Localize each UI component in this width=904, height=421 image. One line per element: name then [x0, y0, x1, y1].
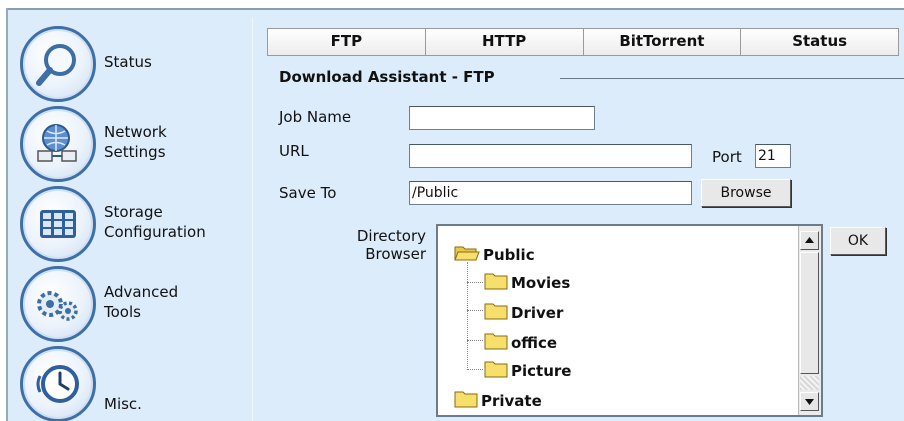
tree-label: Driver [511, 304, 564, 322]
tree-connector [467, 369, 483, 370]
url-label: URL [279, 142, 309, 160]
tree-folder-movies[interactable]: Movies [484, 272, 570, 293]
tree-label: Movies [511, 274, 571, 292]
tree-connector [467, 262, 468, 370]
tree-label: Picture [511, 362, 572, 380]
section-title: Download Assistant - FTP [279, 68, 503, 86]
network-globe-icon[interactable] [20, 106, 96, 182]
tab-bittorrent[interactable]: BitTorrent [583, 29, 742, 55]
sidebar-item-status[interactable]: Status [20, 26, 256, 102]
tree-folder-private[interactable]: Private [454, 390, 542, 411]
sidebar: Status Network Settings Storage Configur… [8, 18, 253, 421]
left-border [0, 8, 8, 421]
tab-http[interactable]: HTTP [425, 29, 584, 55]
folder-icon [484, 303, 508, 320]
port-label: Port [712, 148, 742, 166]
sidebar-item-label[interactable]: Storage Configuration [104, 202, 206, 242]
sidebar-item-storage-configuration[interactable]: Storage Configuration [20, 186, 256, 262]
tab-ftp[interactable]: FTP [268, 29, 426, 55]
tab-bar: FTP HTTP BitTorrent Status [267, 28, 899, 56]
port-input[interactable] [755, 144, 791, 168]
scroll-thumb[interactable] [800, 252, 819, 374]
ok-button[interactable]: OK [830, 227, 886, 255]
section-divider [560, 78, 904, 79]
clock-icon[interactable] [20, 346, 96, 421]
job-name-input[interactable] [409, 106, 595, 130]
tab-status[interactable]: Status [741, 29, 898, 55]
tree-folder-driver[interactable]: Driver [484, 302, 563, 323]
tree-label: office [511, 334, 558, 352]
tree-connector [467, 310, 483, 311]
scroll-down-button[interactable] [800, 392, 819, 411]
sidebar-item-advanced-tools[interactable]: Advanced Tools [20, 266, 256, 342]
sidebar-item-label[interactable]: Status [104, 52, 152, 72]
folder-icon [484, 333, 508, 350]
tree-label: Private [481, 392, 542, 410]
arrow-up-icon [805, 237, 814, 243]
tree-folder-picture[interactable]: Picture [484, 360, 571, 381]
storage-grid-icon[interactable] [20, 186, 96, 262]
folder-icon [484, 273, 508, 290]
tree-folder-office[interactable]: office [484, 332, 557, 353]
folder-icon [454, 391, 478, 408]
magnifier-icon[interactable] [20, 26, 96, 102]
folder-icon [484, 361, 508, 378]
arrow-down-icon [805, 399, 814, 405]
sidebar-item-label[interactable]: Advanced Tools [104, 282, 178, 322]
sidebar-item-label[interactable]: Misc. [104, 394, 142, 414]
browse-button[interactable]: Browse [701, 179, 791, 207]
sidebar-item-network-settings[interactable]: Network Settings [20, 106, 256, 182]
scroll-track[interactable] [800, 376, 819, 390]
scroll-up-button[interactable] [800, 231, 819, 250]
save-to-input[interactable] [409, 181, 692, 205]
job-name-label: Job Name [279, 108, 352, 126]
sidebar-item-label[interactable]: Network Settings [104, 122, 167, 162]
directory-browser-label: Directory Browser [356, 227, 426, 263]
gears-icon[interactable] [20, 266, 96, 342]
tree-connector [467, 340, 483, 341]
app-window: Status Network Settings Storage Configur… [0, 0, 904, 421]
top-border [0, 0, 904, 10]
url-input[interactable] [409, 144, 692, 168]
sidebar-item-misc[interactable]: Misc. [20, 346, 256, 421]
tree-label: Public [483, 246, 535, 264]
save-to-label: Save To [279, 184, 337, 202]
tree-folder-public[interactable]: Public [454, 244, 535, 265]
scrollbar[interactable] [798, 226, 821, 415]
open-folder-icon [454, 246, 480, 261]
directory-tree[interactable]: Public Movies Driver office Picture Priv [436, 224, 823, 417]
tree-connector [467, 282, 483, 283]
